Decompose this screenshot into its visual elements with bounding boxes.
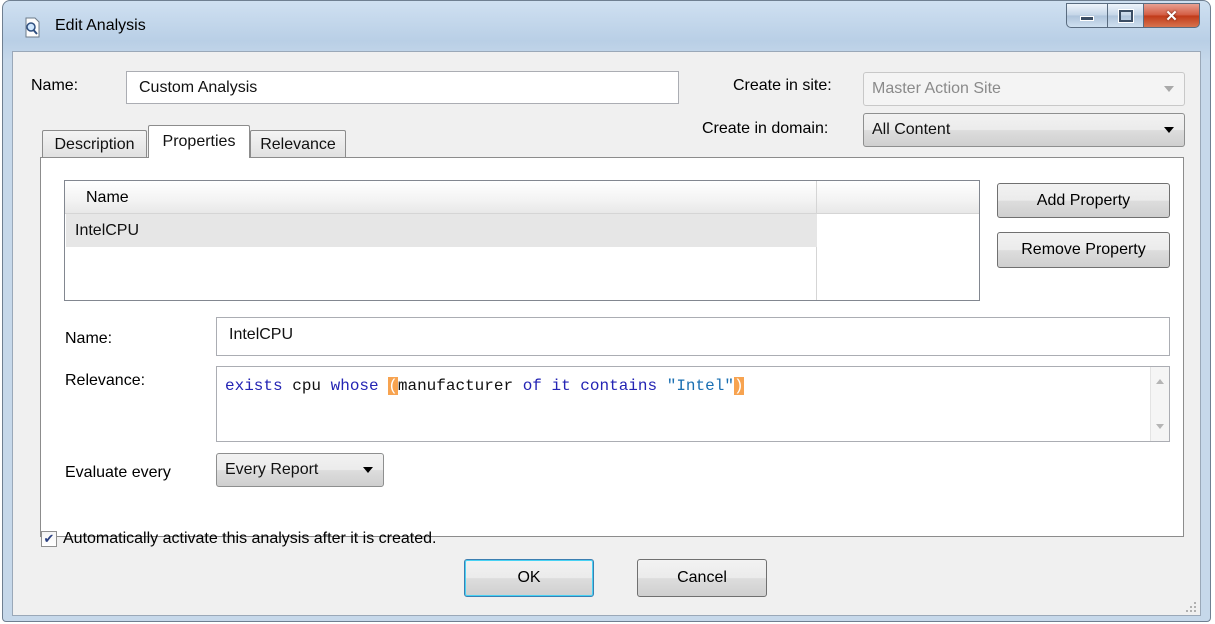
chevron-down-icon	[363, 467, 373, 473]
relevance-token-plain	[657, 377, 667, 395]
window-title: Edit Analysis	[55, 17, 146, 34]
chevron-down-icon	[1164, 127, 1174, 133]
relevance-token-paren: )	[733, 377, 744, 395]
resize-grip-icon[interactable]	[1185, 600, 1197, 612]
property-name-input[interactable]: IntelCPU	[216, 317, 1170, 356]
create-in-domain-label: Create in domain:	[702, 120, 829, 137]
column-header-name[interactable]: Name	[86, 189, 129, 207]
scroll-up-icon[interactable]	[1156, 379, 1164, 384]
relevance-token-string: "Intel"	[666, 377, 734, 395]
add-property-button[interactable]: Add Property	[997, 183, 1170, 218]
relevance-token-keyword: exists	[225, 377, 283, 395]
properties-list[interactable]: Name IntelCPU	[64, 180, 980, 301]
properties-list-header: Name	[65, 181, 979, 214]
ok-button[interactable]: OK	[464, 559, 594, 597]
property-name-label: Name:	[65, 330, 113, 347]
scroll-down-icon[interactable]	[1156, 424, 1164, 429]
relevance-code: exists cpu whose (manufacturer of it con…	[225, 377, 744, 395]
list-item[interactable]: IntelCPU	[66, 214, 817, 247]
column-divider[interactable]	[816, 181, 817, 213]
relevance-token-keyword: of it contains	[522, 377, 658, 395]
relevance-token-plain: manufacturer	[397, 377, 523, 395]
relevance-token-plain	[379, 377, 389, 395]
close-icon: ✕	[1165, 7, 1178, 25]
evaluate-every-label: Evaluate every	[65, 464, 171, 481]
analysis-name-input[interactable]: Custom Analysis	[126, 71, 679, 104]
auto-activate-label[interactable]: Automatically activate this analysis aft…	[63, 530, 437, 548]
create-in-domain-value: All Content	[872, 121, 951, 138]
title-bar[interactable]: Edit Analysis ✕	[3, 1, 1210, 51]
create-in-site-label: Create in site:	[733, 77, 832, 94]
create-in-domain-select[interactable]: All Content	[863, 113, 1185, 147]
relevance-token-paren: (	[388, 377, 398, 395]
relevance-token-keyword: whose	[330, 377, 379, 395]
checkmark-icon: ✔	[43, 531, 55, 546]
dialog-body: Name: Custom Analysis Create in site: Ma…	[12, 51, 1201, 616]
create-in-site-select[interactable]: Master Action Site	[863, 72, 1185, 106]
chevron-down-icon	[1164, 86, 1174, 92]
evaluate-every-value: Every Report	[225, 461, 319, 478]
maximize-icon	[1118, 9, 1133, 22]
tab-description[interactable]: Description	[42, 130, 147, 158]
magnifier-document-icon	[23, 17, 43, 39]
cancel-button[interactable]: Cancel	[637, 559, 767, 597]
auto-activate-checkbox[interactable]: ✔	[41, 531, 57, 547]
minimize-button[interactable]	[1066, 3, 1108, 28]
relevance-editor[interactable]: exists cpu whose (manufacturer of it con…	[216, 366, 1170, 442]
tab-relevance[interactable]: Relevance	[250, 130, 346, 158]
remove-property-button[interactable]: Remove Property	[997, 232, 1170, 268]
name-label: Name:	[31, 77, 79, 94]
minimize-icon	[1080, 16, 1094, 21]
evaluate-every-select[interactable]: Every Report	[216, 453, 384, 487]
property-row-name: IntelCPU	[75, 221, 140, 239]
relevance-scrollbar[interactable]	[1150, 367, 1169, 441]
relevance-label: Relevance:	[65, 372, 146, 389]
edit-analysis-window: Edit Analysis ✕ Name: Custom Analysis Cr…	[2, 0, 1211, 622]
close-button[interactable]: ✕	[1144, 3, 1200, 28]
create-in-site-value: Master Action Site	[872, 80, 1001, 97]
relevance-token-plain: cpu	[282, 377, 331, 395]
maximize-button[interactable]	[1108, 3, 1144, 28]
tab-properties[interactable]: Properties	[148, 125, 250, 158]
